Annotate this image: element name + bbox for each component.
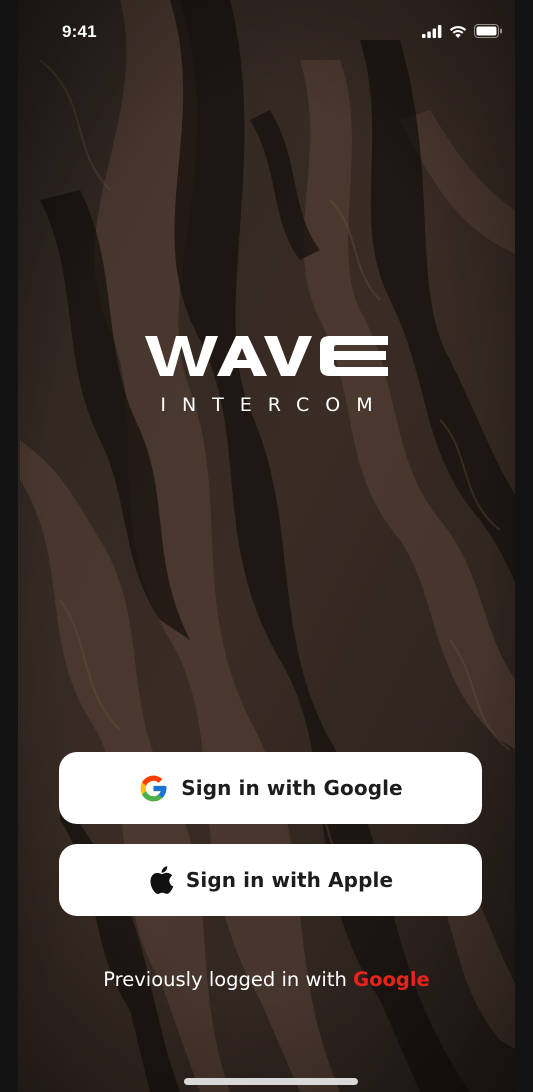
- google-icon: [138, 773, 169, 804]
- device-bezel-left: [0, 0, 18, 1092]
- status-time: 9:41: [62, 22, 97, 41]
- sign-in-apple-button[interactable]: Sign in with Apple: [59, 844, 482, 916]
- wave-logo-mark: [0, 330, 533, 380]
- background-terrain-image: [0, 0, 533, 1092]
- sign-in-google-button[interactable]: Sign in with Google: [59, 752, 482, 824]
- device-bezel-right: [515, 0, 533, 1092]
- sign-in-apple-label: Sign in with Apple: [185, 868, 394, 892]
- wifi-icon: [449, 25, 467, 43]
- cellular-signal-icon: [422, 24, 442, 43]
- brand-logo: INTERCOM: [0, 330, 533, 416]
- status-icons: [422, 24, 503, 43]
- previous-login-provider: Google: [353, 968, 430, 991]
- home-indicator[interactable]: [184, 1078, 358, 1085]
- sign-in-google-label: Sign in with Google: [181, 776, 403, 800]
- previous-login-note: Previously logged in with Google: [0, 968, 533, 991]
- apple-icon: [148, 865, 174, 895]
- status-bar: 9:41: [0, 0, 533, 64]
- logo-subtitle: INTERCOM: [160, 394, 389, 416]
- login-screen: 9:41 INTERCOM Sign in with Google Sign i…: [0, 0, 533, 1092]
- previous-login-prefix: Previously logged in with: [103, 968, 347, 991]
- battery-icon: [474, 24, 503, 43]
